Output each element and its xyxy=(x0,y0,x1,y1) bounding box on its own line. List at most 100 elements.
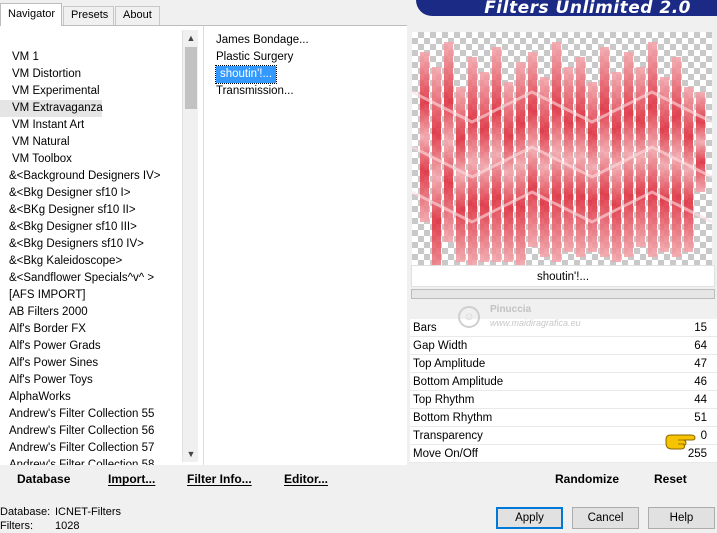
cancel-button[interactable]: Cancel xyxy=(572,507,639,529)
filter-info-button[interactable]: Filter Info... xyxy=(187,472,252,486)
param-value[interactable]: 0 xyxy=(701,427,707,445)
bottom-toolbar: Database Import... Filter Info... Editor… xyxy=(0,465,717,493)
category-item[interactable]: AB Filters 2000 xyxy=(0,304,182,321)
param-row[interactable]: Top Amplitude 47 xyxy=(410,355,717,373)
navigator-panel: VM 1 VM Distortion VM Experimental VM Extra… xyxy=(0,25,407,466)
selected-filter-label[interactable]: shoutin'!... xyxy=(214,65,278,84)
apply-button[interactable]: Apply xyxy=(496,507,563,529)
tab-bar: Navigator Presets About xyxy=(0,0,420,26)
param-name: Bottom Amplitude xyxy=(413,376,504,388)
tab-presets[interactable]: Presets xyxy=(63,6,114,25)
param-value[interactable]: 46 xyxy=(694,373,707,391)
preview-bar xyxy=(576,57,585,257)
category-item[interactable]: VM Distortion xyxy=(0,66,182,83)
preview-bar xyxy=(480,72,489,262)
param-name: Bottom Rhythm xyxy=(413,412,493,424)
tab-navigator[interactable]: Navigator xyxy=(0,3,62,26)
preview-bar xyxy=(516,62,525,265)
category-item[interactable]: &<Bkg Designer sf10 I> xyxy=(0,185,182,202)
category-item[interactable]: VM Instant Art xyxy=(0,117,182,134)
category-item[interactable]: VM Experimental xyxy=(0,83,182,100)
status-database: Database: ICNET-Filters xyxy=(0,505,121,519)
import-button[interactable]: Import... xyxy=(108,472,155,486)
category-item[interactable]: &<Sandflower Specials^v^ > xyxy=(0,270,182,287)
filter-item[interactable]: shoutin'!... xyxy=(212,65,402,84)
preview-bar xyxy=(636,67,645,247)
editor-button[interactable]: Editor... xyxy=(284,472,328,486)
category-item[interactable]: &<Bkg Designer sf10 III> xyxy=(0,219,182,236)
category-item[interactable]: &<Bkg Designers sf10 IV> xyxy=(0,236,182,253)
preview-bar xyxy=(600,47,609,257)
category-item[interactable]: VM Extravaganza xyxy=(0,100,103,117)
category-item[interactable]: AlphaWorks xyxy=(0,389,182,406)
param-name: Bars xyxy=(413,322,437,334)
param-name: Transparency xyxy=(413,430,483,442)
param-row[interactable]: Gap Width 64 xyxy=(410,337,717,355)
status-database-label: Database: xyxy=(0,506,51,518)
up-arrow-icon[interactable]: ▲ xyxy=(183,30,199,46)
status-database-value: ICNET-Filters xyxy=(55,506,121,518)
category-scrollbar[interactable]: ▲ ▼ xyxy=(182,30,198,462)
param-row[interactable]: Bottom Amplitude 46 xyxy=(410,373,717,391)
preview-bar xyxy=(468,57,477,265)
preview-bar xyxy=(504,82,513,262)
preview-bar xyxy=(432,67,441,265)
database-button[interactable]: Database xyxy=(17,472,70,486)
preview-bar xyxy=(564,67,573,252)
param-value[interactable]: 47 xyxy=(694,355,707,373)
category-item[interactable]: &<Background Designers IV> xyxy=(0,168,182,185)
category-item[interactable]: &<Bkg Kaleidoscope> xyxy=(0,253,182,270)
category-item[interactable]: VM Toolbox xyxy=(0,151,182,168)
category-list[interactable]: VM 1 VM Distortion VM Experimental VM Extra… xyxy=(0,26,182,466)
preview-image xyxy=(412,42,712,265)
category-item[interactable]: Alf's Power Toys xyxy=(0,372,182,389)
preview-bar xyxy=(492,47,501,262)
preview-bar xyxy=(660,77,669,252)
category-item[interactable]: VM Natural xyxy=(0,134,182,151)
filter-preview xyxy=(412,32,712,265)
preview-bar xyxy=(552,42,561,262)
category-item[interactable]: Andrew's Filter Collection 56 xyxy=(0,423,182,440)
filter-item[interactable]: Transmission... xyxy=(212,83,402,100)
param-row[interactable]: Bars 15 xyxy=(410,319,717,337)
list-divider xyxy=(203,26,204,466)
param-value[interactable]: 44 xyxy=(694,391,707,409)
progress-bar xyxy=(411,289,715,299)
param-value[interactable]: 64 xyxy=(694,337,707,355)
title-banner: Filters Unlimited 2.0 xyxy=(416,0,717,16)
status-filters-value: 1028 xyxy=(55,520,80,532)
preview-filter-name: shoutin'!... xyxy=(411,265,715,287)
filter-item[interactable]: Plastic Surgery xyxy=(212,49,402,66)
category-item[interactable]: Alf's Border FX xyxy=(0,321,182,338)
category-item[interactable]: Alf's Power Grads xyxy=(0,338,182,355)
filter-list[interactable]: James Bondage... Plastic Surgery shoutin'!… xyxy=(212,32,402,100)
category-item[interactable]: VM 1 xyxy=(0,49,182,66)
preview-bar xyxy=(624,52,633,257)
param-name: Top Amplitude xyxy=(413,358,486,370)
param-value[interactable]: 15 xyxy=(694,319,707,337)
preview-bar xyxy=(696,92,705,192)
param-row[interactable]: Bottom Rhythm 51 xyxy=(410,409,717,427)
preview-pane: shoutin'!... Bars 15 Gap Width 64 Top Amplit… xyxy=(410,25,717,465)
param-name: Gap Width xyxy=(413,340,468,352)
param-name: Move On/Off xyxy=(413,448,478,460)
randomize-button[interactable]: Randomize xyxy=(555,472,619,486)
tab-about[interactable]: About xyxy=(115,6,160,25)
filter-item[interactable]: James Bondage... xyxy=(212,32,402,49)
param-row[interactable]: Top Rhythm 44 xyxy=(410,391,717,409)
scrollbar-thumb[interactable] xyxy=(185,47,197,109)
status-filters: Filters: 1028 xyxy=(0,519,121,533)
category-item[interactable]: Andrew's Filter Collection 57 xyxy=(0,440,182,457)
help-button[interactable]: Help xyxy=(648,507,715,529)
reset-button[interactable]: Reset xyxy=(654,472,687,486)
down-arrow-icon[interactable]: ▼ xyxy=(183,446,199,462)
category-item[interactable]: &<BKg Designer sf10 II> xyxy=(0,202,182,219)
banner-title: Filters Unlimited 2.0 xyxy=(484,0,691,16)
category-item[interactable]: Alf's Power Sines xyxy=(0,355,182,372)
category-item[interactable]: [AFS IMPORT] xyxy=(0,287,182,304)
pointing-hand-icon xyxy=(665,434,696,450)
category-item[interactable]: Andrew's Filter Collection 55 xyxy=(0,406,182,423)
preview-bar xyxy=(588,82,597,252)
param-value[interactable]: 51 xyxy=(694,409,707,427)
preview-bar xyxy=(540,77,549,257)
